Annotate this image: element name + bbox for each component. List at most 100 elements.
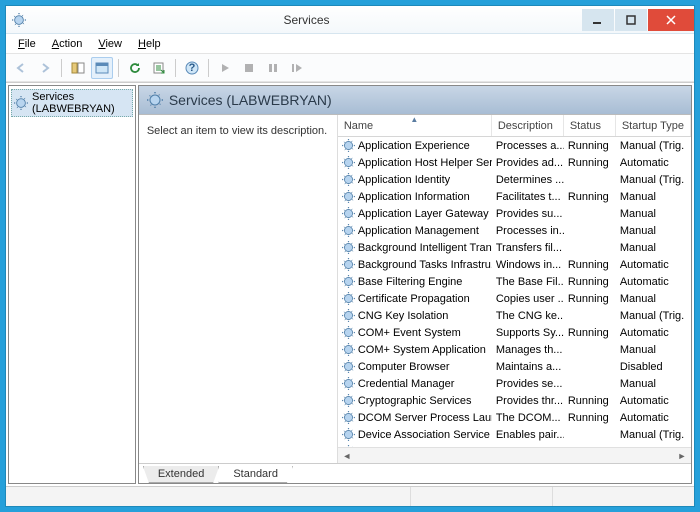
service-row[interactable]: COM+ Event SystemSupports Sy...RunningAu… [338,324,691,341]
tab-extended[interactable]: Extended [143,466,219,483]
service-row[interactable]: CNG Key IsolationThe CNG ke...Manual (Tr… [338,307,691,324]
scroll-left-icon[interactable]: ◄ [340,449,354,463]
help-button[interactable]: ? [181,57,203,79]
service-row[interactable]: Background Intelligent Tran...Transfers … [338,239,691,256]
service-row[interactable]: Application ExperienceProcesses a...Runn… [338,137,691,154]
restart-service-button[interactable] [286,57,308,79]
service-description: Enables pair... [492,429,564,441]
service-startup-type: Automatic [616,327,691,339]
services-grid-body[interactable]: Application ExperienceProcesses a...Runn… [338,137,691,447]
col-header-startup-type[interactable]: Startup Type [616,115,691,136]
service-description: The DCOM... [492,412,564,424]
service-icon [342,190,355,203]
service-startup-type: Manual (Trig. [616,140,691,152]
service-row[interactable]: Certificate PropagationCopies user ...Ru… [338,290,691,307]
close-button[interactable] [648,9,694,31]
service-startup-type: Manual [616,344,691,356]
service-description: Maintains a... [492,361,564,373]
service-icon [342,377,355,390]
toolbar: ? [6,54,694,82]
horizontal-scrollbar[interactable]: ◄ ► [338,447,691,463]
service-description: Windows in... [492,259,564,271]
nav-forward-button[interactable] [34,57,56,79]
service-status: Running [564,412,616,424]
service-description: Transfers fil... [492,242,564,254]
service-startup-type: Manual (Trig. [616,174,691,186]
properties-button[interactable] [91,57,113,79]
service-icon [342,173,355,186]
service-row[interactable]: Application InformationFacilitates t...R… [338,188,691,205]
service-status: Running [564,157,616,169]
show-hide-tree-button[interactable] [67,57,89,79]
minimize-button[interactable] [582,9,614,31]
service-name: COM+ Event System [358,327,461,339]
service-icon [342,394,355,407]
col-header-status[interactable]: Status [564,115,616,136]
service-row[interactable]: COM+ System Application Manages th... Manu… [338,341,691,358]
tab-standard[interactable]: Standard [218,466,293,483]
stop-service-button[interactable] [238,57,260,79]
service-name: Application Experience [358,140,470,152]
service-row[interactable]: Computer Browser Maintains a... Disabled [338,358,691,375]
service-name: Application Host Helper Ser... [358,157,492,169]
service-row[interactable]: Application ManagementProcesses in...Man… [338,222,691,239]
service-startup-type: Manual (Trig. [616,310,691,322]
service-name: DCOM Server Process Laun... [358,412,492,424]
col-header-description[interactable]: Description [492,115,564,136]
col-header-name[interactable]: ▲Name [338,115,492,136]
service-status: Running [564,293,616,305]
service-row[interactable]: Application IdentityDetermines ...Manual… [338,171,691,188]
service-name: Computer Browser [358,361,450,373]
service-description: Facilitates t... [492,191,564,203]
window-title: Services [32,13,581,27]
export-list-button[interactable] [148,57,170,79]
service-name: Application Identity [358,174,450,186]
service-icon [342,428,355,441]
service-name: Credential Manager [358,378,455,390]
service-row[interactable]: Device Association ServiceEnables pair..… [338,426,691,443]
menu-help[interactable]: Help [130,36,169,52]
sort-asc-icon: ▲ [410,115,418,124]
service-row[interactable]: Application Layer Gateway ...Provides su… [338,205,691,222]
service-row[interactable]: Base Filtering EngineThe Base Fil...Runn… [338,273,691,290]
scroll-right-icon[interactable]: ► [675,449,689,463]
refresh-button[interactable] [124,57,146,79]
menu-file[interactable]: File [10,36,44,52]
pane-title: Services (LABWEBRYAN) [169,92,332,108]
service-name: COM+ System Application [358,344,486,356]
service-row[interactable]: Application Host Helper Ser...Provides a… [338,154,691,171]
service-description: Processes a... [492,140,564,152]
titlebar[interactable]: Services [6,6,694,34]
service-icon [342,411,355,424]
service-status: Running [564,191,616,203]
pause-service-button[interactable] [262,57,284,79]
service-name: Cryptographic Services [358,395,472,407]
service-startup-type: Manual [616,293,691,305]
maximize-button[interactable] [615,9,647,31]
service-startup-type: Manual (Trig. [616,429,691,441]
service-row[interactable]: DCOM Server Process Laun...The DCOM...Ru… [338,409,691,426]
service-description: Manages th... [492,344,564,356]
nav-back-button[interactable] [10,57,32,79]
service-description: Provides se... [492,378,564,390]
service-startup-type: Manual [616,378,691,390]
service-status: Running [564,259,616,271]
service-row[interactable]: Credential Manager Provides se... Manual [338,375,691,392]
service-name: Application Management [358,225,479,237]
service-description: The CNG ke... [492,310,564,322]
menu-action[interactable]: Action [44,36,91,52]
service-name: Background Intelligent Tran... [358,242,492,254]
start-service-button[interactable] [214,57,236,79]
service-icon [342,241,355,254]
service-icon [342,207,355,220]
service-icon [342,139,355,152]
service-row[interactable]: Background Tasks Infrastru...Windows in.… [338,256,691,273]
service-name: Application Layer Gateway ... [358,208,492,220]
service-startup-type: Disabled [616,361,691,373]
menu-view[interactable]: View [90,36,130,52]
console-tree[interactable]: Services (LABWEBRYAN) [8,85,136,484]
view-tabs: Extended Standard [139,463,691,483]
service-description: The Base Fil... [492,276,564,288]
tree-root-item[interactable]: Services (LABWEBRYAN) [11,89,133,117]
service-row[interactable]: Cryptographic ServicesProvides thr...Run… [338,392,691,409]
